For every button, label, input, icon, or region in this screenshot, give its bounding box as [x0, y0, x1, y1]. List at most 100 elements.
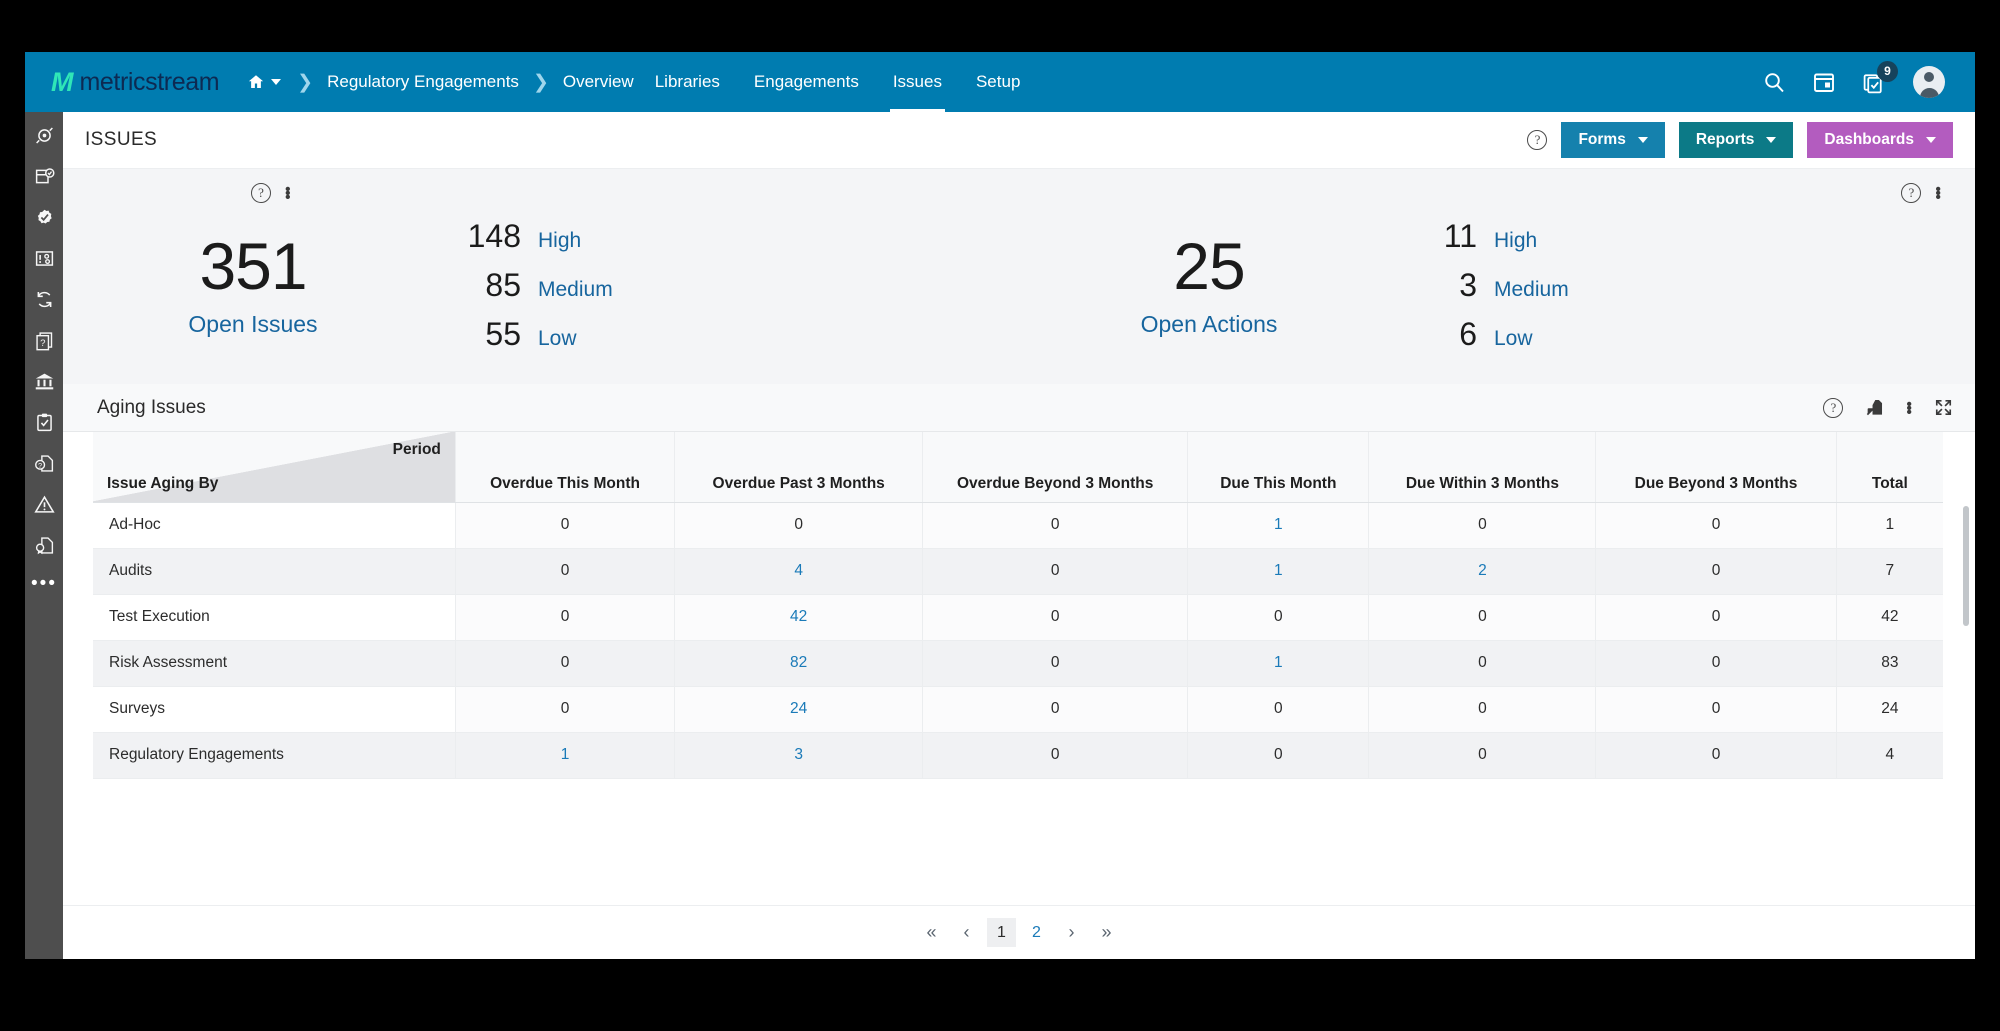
help-circle-icon[interactable]: ? — [1823, 397, 1844, 418]
cell-link[interactable]: 82 — [790, 654, 807, 671]
cell-value: 0 — [1050, 562, 1060, 579]
rail-item-issue-settings[interactable] — [33, 247, 55, 269]
rail-item-help-document[interactable]: ? — [33, 452, 55, 474]
table-scrollbar-track[interactable] — [1963, 506, 1969, 897]
cell-value: 0 — [1274, 608, 1283, 625]
open-issues-label[interactable]: Open Issues — [63, 311, 443, 338]
help-circle-icon[interactable]: ? — [1901, 183, 1922, 203]
dashboards-button[interactable]: Dashboards — [1807, 122, 1953, 158]
rail-item-refresh-cycle[interactable] — [33, 288, 55, 310]
home-menu[interactable] — [241, 73, 287, 91]
tasks-icon[interactable]: 9 — [1862, 60, 1898, 95]
search-icon[interactable] — [1762, 70, 1786, 94]
cell-link[interactable]: 1 — [1274, 516, 1283, 533]
nav-link-engagements[interactable]: Engagements — [737, 52, 876, 112]
cell-value: 0 — [1478, 654, 1487, 671]
help-circle-icon[interactable]: ? — [1527, 130, 1548, 150]
corner-period-label: Period — [392, 441, 441, 458]
cell: 4 — [1836, 732, 1943, 779]
pagination-last[interactable]: » — [1092, 918, 1121, 947]
cell: 0 — [1368, 686, 1597, 733]
cell-link[interactable]: 2 — [1478, 562, 1487, 579]
open-actions-high-label[interactable]: High — [1494, 229, 1537, 253]
cell-link[interactable]: 4 — [794, 562, 803, 579]
brand-logo[interactable]: M metricstream — [25, 68, 241, 97]
column-header-overdue-beyond-3-months[interactable]: Overdue Beyond 3 Months — [922, 432, 1189, 503]
breadcrumb-regulatory-engagements[interactable]: Regulatory Engagements — [323, 52, 523, 112]
cell-link[interactable]: 1 — [561, 746, 570, 763]
cell: 0 — [922, 732, 1189, 779]
calendar-icon[interactable] — [1812, 70, 1836, 94]
pagination-first[interactable]: « — [917, 918, 946, 947]
open-issues-high-row: 148 High — [447, 218, 613, 255]
open-issues-low-label[interactable]: Low — [538, 327, 577, 351]
rail-item-risk-target[interactable] — [33, 124, 55, 146]
cell-link[interactable]: 3 — [794, 746, 803, 763]
rail-item-clipboard-check[interactable] — [33, 411, 55, 433]
rail-item-policy-check[interactable] — [33, 165, 55, 187]
forms-button[interactable]: Forms — [1561, 122, 1665, 158]
open-actions-low-label[interactable]: Low — [1494, 327, 1533, 351]
column-header-due-this-month[interactable]: Due This Month — [1187, 432, 1370, 503]
cell: 0 — [455, 686, 676, 733]
application-window: M metricstream ❯ Regulatory Engagements … — [25, 52, 1975, 959]
cell: 0 — [1595, 732, 1837, 779]
cell-value: 4 — [1885, 746, 1895, 763]
nav-link-issues[interactable]: Issues — [876, 52, 959, 112]
kebab-menu-icon[interactable]: • • • — [1935, 182, 1941, 206]
pagination-prev[interactable]: ‹ — [952, 918, 981, 947]
page-header: ISSUES ? Forms Reports Dashboards — [63, 112, 1975, 169]
open-actions-medium-label[interactable]: Medium — [1494, 278, 1569, 302]
column-header-total[interactable]: Total — [1836, 432, 1943, 503]
cell-value: 0 — [1711, 654, 1721, 671]
cell: 1 — [1187, 548, 1370, 595]
rail-item-bank[interactable] — [33, 370, 55, 392]
nav-link-libraries[interactable]: Libraries — [638, 52, 737, 112]
rail-item-question-docs[interactable]: ? — [33, 329, 55, 351]
user-avatar-icon[interactable] — [1913, 66, 1945, 98]
reports-button[interactable]: Reports — [1678, 122, 1794, 158]
cell-value: 0 — [1478, 516, 1487, 533]
cell-value: 0 — [560, 654, 570, 671]
kebab-menu-icon[interactable]: • • • — [285, 182, 291, 206]
cell: 24 — [1836, 686, 1943, 733]
cell-value: 0 — [560, 608, 570, 625]
cell-value: 0 — [1050, 746, 1060, 763]
fullscreen-icon[interactable] — [1934, 398, 1953, 417]
export-icon[interactable] — [1865, 398, 1884, 417]
rail-more-icon[interactable]: ••• — [31, 574, 57, 593]
table-body: Ad-Hoc 0 0 0 1 0 0 1 Audits 0 4 0 1 2 0 … — [93, 502, 1943, 779]
column-header-due-beyond-3-months[interactable]: Due Beyond 3 Months — [1595, 432, 1837, 503]
cell: 1 — [1187, 640, 1370, 687]
column-header-due-within-3-months[interactable]: Due Within 3 Months — [1368, 432, 1597, 503]
cell-link[interactable]: 1 — [1274, 562, 1283, 579]
open-issues-medium-value: 85 — [485, 267, 521, 303]
open-actions-label[interactable]: Open Actions — [1019, 311, 1399, 338]
cell-value: 0 — [1050, 516, 1060, 533]
cell-value: 0 — [1711, 516, 1721, 533]
open-issues-high-label[interactable]: High — [538, 229, 581, 253]
rail-item-certificate-document[interactable] — [33, 534, 55, 556]
nav-link-setup[interactable]: Setup — [959, 52, 1037, 112]
chevron-down-icon — [1766, 137, 1777, 143]
pagination-next[interactable]: › — [1057, 918, 1086, 947]
breadcrumb-overview[interactable]: Overview — [559, 52, 638, 112]
help-circle-icon[interactable]: ? — [251, 183, 271, 203]
table-scrollbar-thumb[interactable] — [1963, 506, 1969, 626]
column-header-overdue-this-month[interactable]: Overdue This Month — [455, 432, 676, 503]
forms-button-label: Forms — [1578, 131, 1626, 148]
cell-link[interactable]: 24 — [790, 700, 807, 717]
cell: 0 — [1187, 686, 1370, 733]
cell: 4 — [674, 548, 924, 595]
column-header-overdue-past-3-months[interactable]: Overdue Past 3 Months — [674, 432, 924, 503]
open-issues-medium-label[interactable]: Medium — [538, 278, 613, 302]
cell-link[interactable]: 42 — [790, 608, 807, 625]
page-title: ISSUES — [85, 129, 158, 150]
pagination-page-2[interactable]: 2 — [1022, 918, 1051, 947]
cell-link[interactable]: 1 — [1274, 654, 1283, 671]
pagination-page-1[interactable]: 1 — [987, 918, 1016, 947]
cell: 0 — [1595, 594, 1837, 641]
rail-item-compliance-gear[interactable] — [33, 206, 55, 228]
kebab-menu-icon[interactable]: • • • — [1906, 396, 1912, 420]
rail-item-warning-triangle[interactable] — [33, 493, 55, 515]
